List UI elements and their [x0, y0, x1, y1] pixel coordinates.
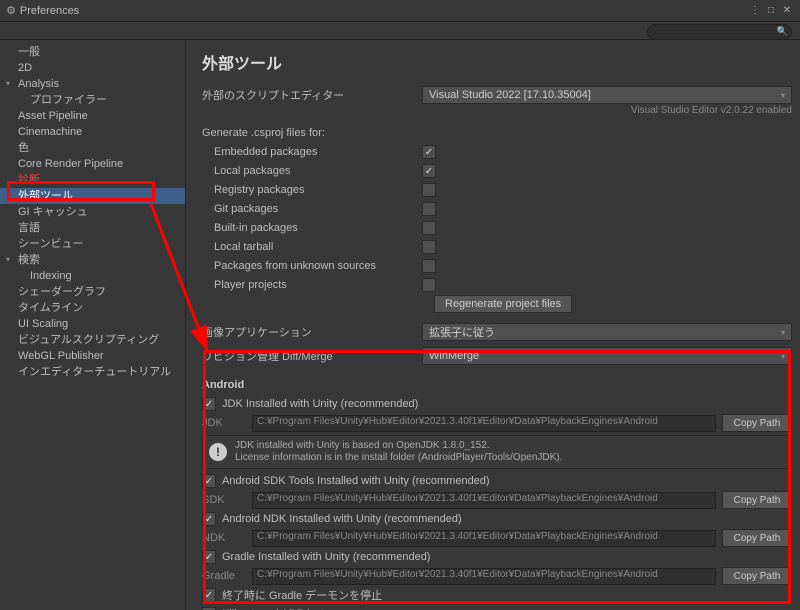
maximize-icon[interactable]: □	[764, 4, 778, 18]
gradle-check-label: Gradle Installed with Unity (recommended…	[222, 551, 430, 563]
gen-label-4: Built-in packages	[202, 222, 422, 234]
sidebar-item-9[interactable]: 外部ツール	[0, 188, 185, 204]
stop-gradle-checkbox[interactable]	[202, 588, 216, 602]
sidebar-item-10[interactable]: GI キャッシュ	[0, 204, 185, 220]
sdk-checkbox[interactable]	[202, 474, 216, 488]
sidebar-item-20[interactable]: インエディターチュートリアル	[0, 364, 185, 380]
regenerate-button[interactable]: Regenerate project files	[434, 295, 572, 313]
gen-checkbox-4[interactable]	[422, 221, 436, 235]
gen-label-2: Registry packages	[202, 184, 422, 196]
sidebar-item-19[interactable]: WebGL Publisher	[0, 348, 185, 364]
page-title: 外部ツール	[202, 50, 792, 74]
sidebar-item-13[interactable]: 検索	[0, 252, 185, 268]
gradle-label: Gradle	[202, 570, 246, 582]
sidebar-item-16[interactable]: タイムライン	[0, 300, 185, 316]
sidebar-item-3[interactable]: プロファイラー	[0, 92, 185, 108]
gen-label-7: Player projects	[202, 279, 422, 291]
window-title: Preferences	[20, 5, 748, 17]
sidebar-item-15[interactable]: シェーダーグラフ	[0, 284, 185, 300]
sidebar-item-2[interactable]: Analysis	[0, 76, 185, 92]
sidebar-item-6[interactable]: 色	[0, 140, 185, 156]
ndk-label: NDK	[202, 532, 246, 544]
gen-label-6: Packages from unknown sources	[202, 260, 422, 272]
generate-label: Generate .csproj files for:	[202, 127, 422, 139]
gen-checkbox-3[interactable]	[422, 202, 436, 216]
sidebar-item-12[interactable]: シーンビュー	[0, 236, 185, 252]
jdk-label: JDK	[202, 417, 246, 429]
sidebar-item-11[interactable]: 言語	[0, 220, 185, 236]
editor-hint: Visual Studio Editor v2.0.22 enabled	[202, 105, 792, 116]
sdk-label: SDK	[202, 494, 246, 506]
gradle-checkbox[interactable]	[202, 550, 216, 564]
ndk-path[interactable]: C:¥Program Files¥Unity¥Hub¥Editor¥2021.3…	[252, 530, 716, 547]
sidebar-item-18[interactable]: ビジュアルスクリプティング	[0, 332, 185, 348]
sidebar-item-1[interactable]: 2D	[0, 60, 185, 76]
gen-label-3: Git packages	[202, 203, 422, 215]
sidebar-item-5[interactable]: Cinemachine	[0, 124, 185, 140]
sdk-copy-button[interactable]: Copy Path	[722, 491, 792, 509]
sidebar-item-4[interactable]: Asset Pipeline	[0, 108, 185, 124]
gen-checkbox-1[interactable]	[422, 164, 436, 178]
stop-gradle-label: 終了時に Gradle デーモンを停止	[222, 587, 382, 603]
gen-label-5: Local tarball	[202, 241, 422, 253]
jdk-check-label: JDK Installed with Unity (recommended)	[222, 398, 418, 410]
gen-checkbox-2[interactable]	[422, 183, 436, 197]
sidebar-item-14[interactable]: Indexing	[0, 268, 185, 284]
script-editor-dropdown[interactable]: Visual Studio 2022 [17.10.35004]	[422, 86, 792, 104]
jdk-checkbox[interactable]	[202, 397, 216, 411]
revision-dropdown[interactable]: WinMerge	[422, 347, 792, 365]
ndk-check-label: Android NDK Installed with Unity (recomm…	[222, 513, 462, 525]
revision-label: リビジョン管理 Diff/Merge	[202, 348, 422, 364]
gradle-copy-button[interactable]: Copy Path	[722, 567, 792, 585]
android-header: Android	[202, 379, 792, 391]
jdk-copy-button[interactable]: Copy Path	[722, 414, 792, 432]
sidebar: 一般2DAnalysisプロファイラーAsset PipelineCinemac…	[0, 40, 186, 610]
gear-icon: ⚙	[6, 4, 16, 17]
gen-label-0: Embedded packages	[202, 146, 422, 158]
sdk-path[interactable]: C:¥Program Files¥Unity¥Hub¥Editor¥2021.3…	[252, 492, 716, 509]
search-input[interactable]	[647, 24, 792, 40]
gradle-path[interactable]: C:¥Program Files¥Unity¥Hub¥Editor¥2021.3…	[252, 568, 716, 585]
sidebar-item-17[interactable]: UI Scaling	[0, 316, 185, 332]
jdk-path[interactable]: C:¥Program Files¥Unity¥Hub¥Editor¥2021.3…	[252, 415, 716, 432]
search-row	[0, 22, 800, 40]
sidebar-item-0[interactable]: 一般	[0, 44, 185, 60]
image-app-label: 画像アプリケーション	[202, 324, 422, 340]
ndk-copy-button[interactable]: Copy Path	[722, 529, 792, 547]
menu-icon[interactable]: ⋮	[748, 4, 762, 18]
close-icon[interactable]: ✕	[780, 4, 794, 18]
gen-checkbox-6[interactable]	[422, 259, 436, 273]
gen-label-1: Local packages	[202, 165, 422, 177]
sidebar-item-7[interactable]: Core Render Pipeline	[0, 156, 185, 172]
titlebar: ⚙ Preferences ⋮ □ ✕	[0, 0, 800, 22]
sidebar-item-8[interactable]: 診断	[0, 172, 185, 188]
script-editor-label: 外部のスクリプトエディター	[202, 87, 422, 103]
gen-checkbox-7[interactable]	[422, 278, 436, 292]
window-controls: ⋮ □ ✕	[748, 4, 794, 18]
main-panel: 外部ツール 外部のスクリプトエディター Visual Studio 2022 […	[186, 40, 800, 610]
ndk-checkbox[interactable]	[202, 512, 216, 526]
gen-checkbox-0[interactable]	[422, 145, 436, 159]
image-app-dropdown[interactable]: 拡張子に従う	[422, 323, 792, 341]
sdk-check-label: Android SDK Tools Installed with Unity (…	[222, 475, 490, 487]
jdk-info: ! JDK installed with Unity is based on O…	[202, 435, 792, 469]
info-icon: !	[209, 443, 227, 461]
gen-checkbox-5[interactable]	[422, 240, 436, 254]
